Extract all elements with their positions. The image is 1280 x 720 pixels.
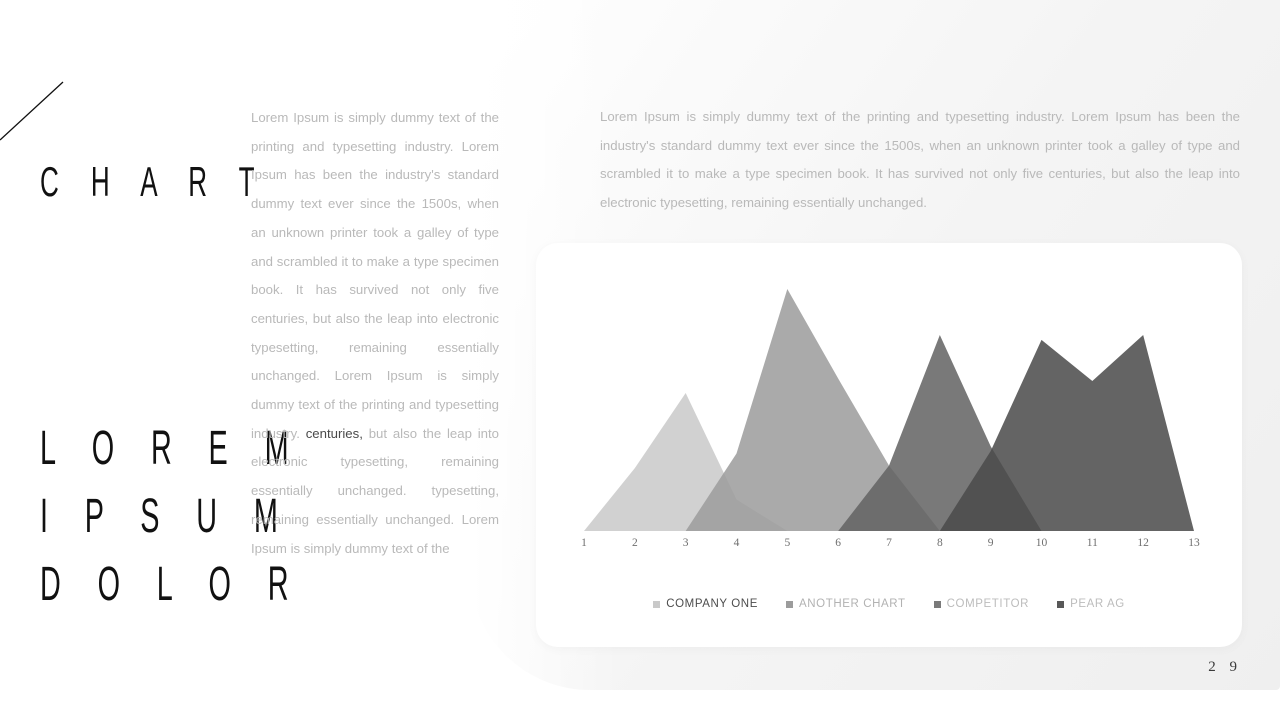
decorative-diagonal-line	[0, 81, 64, 141]
x-axis-tick: 4	[733, 537, 740, 549]
legend-label: PEAR AG	[1070, 598, 1125, 610]
x-axis-tick: 11	[1086, 537, 1098, 549]
legend-label: COMPANY ONE	[666, 598, 758, 610]
legend-item[interactable]: COMPETITOR	[933, 598, 1030, 610]
legend-item[interactable]: ANOTHER CHART	[786, 598, 906, 610]
legend-label: COMPETITOR	[946, 598, 1030, 610]
x-axis-tick: 7	[886, 537, 892, 549]
legend-swatch-icon	[933, 600, 941, 608]
chart-x-axis: 1 2 3 4 5 6 7 8 9 10 11 12 13	[536, 537, 1242, 559]
legend-swatch-icon	[653, 600, 661, 608]
legend-item[interactable]: COMPANY ONE	[653, 598, 758, 610]
legend-swatch-icon	[786, 600, 793, 608]
left-paragraph: Lorem Ipsum is simply dummy text of the …	[251, 104, 499, 563]
right-paragraph: Lorem Ipsum is simply dummy text of the …	[600, 109, 1240, 210]
chart-plot-area	[536, 243, 1242, 543]
x-axis-tick: 1	[581, 537, 587, 549]
x-axis-tick: 6	[835, 537, 842, 549]
x-axis-tick: 10	[1035, 537, 1048, 549]
area-chart	[584, 289, 1194, 531]
x-axis-tick: 9	[987, 537, 994, 549]
x-axis-tick: 2	[631, 537, 638, 549]
chart-legend: COMPANY ONE ANOTHER CHART COMPETITOR PEAR A…	[536, 598, 1242, 610]
left-paragraph-part2: but also the leap into electronic typese…	[251, 425, 500, 556]
left-paragraph-part1: Lorem Ipsum is simply dummy text of the …	[251, 110, 499, 441]
legend-swatch-icon	[1057, 600, 1065, 608]
page-number: 2 9	[1208, 659, 1242, 675]
left-paragraph-emphasis: centuries,	[305, 425, 363, 441]
chart-card: 1 2 3 4 5 6 7 8 9 10 11 12 13 COMPANY ONE ANOTHER CHA…	[536, 243, 1242, 647]
x-axis-tick: 8	[936, 537, 943, 549]
x-axis-tick: 13	[1188, 537, 1200, 549]
x-axis-tick: 5	[784, 537, 791, 549]
legend-label: ANOTHER CHART	[799, 598, 906, 610]
page-title: C H A R T	[40, 158, 267, 205]
x-axis-tick: 3	[682, 537, 689, 549]
x-axis-tick: 12	[1137, 537, 1149, 549]
legend-item[interactable]: PEAR AG	[1057, 598, 1125, 610]
